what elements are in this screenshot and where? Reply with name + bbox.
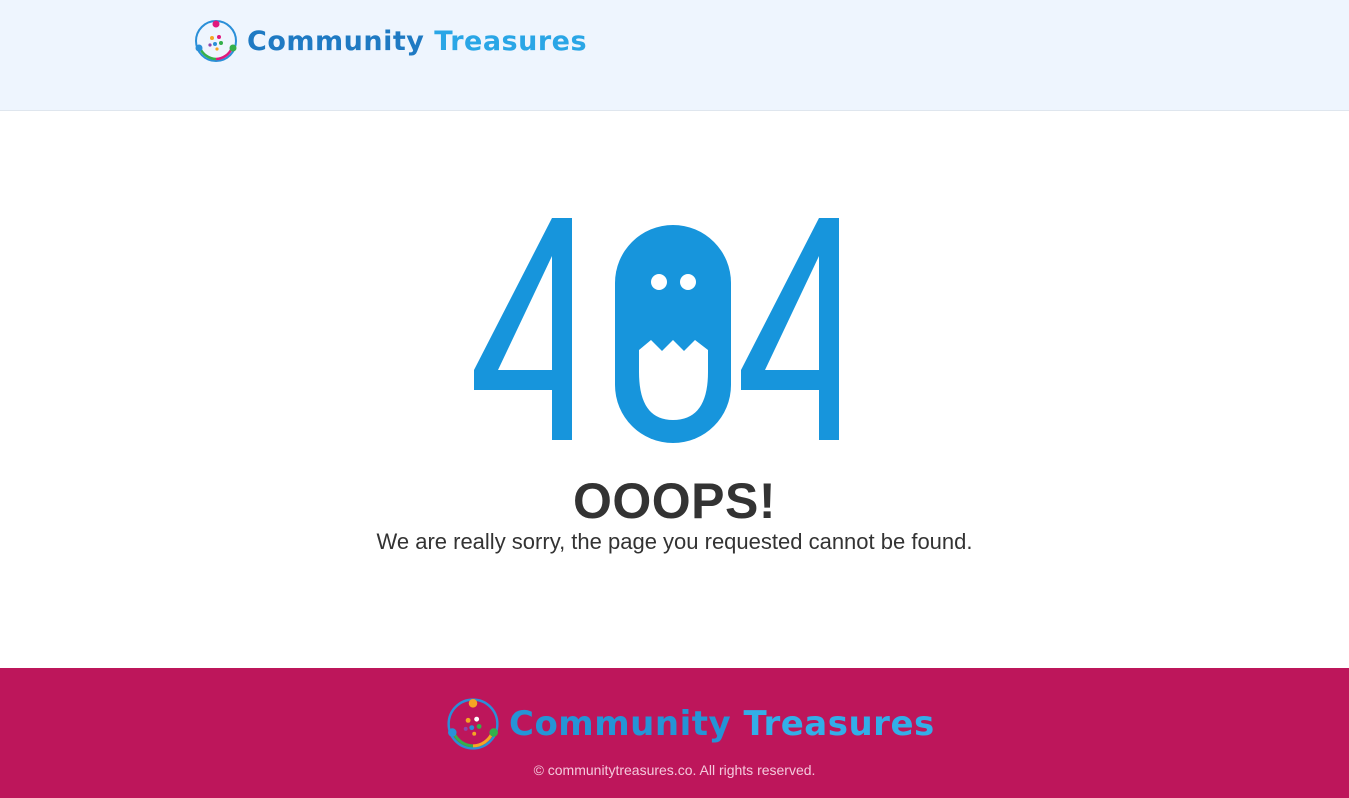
logo-word-community: Community <box>247 25 425 57</box>
logo-word-community: Community <box>509 704 732 744</box>
error-heading: OOOPS! <box>572 473 777 529</box>
site-header: Community Treasures <box>0 0 1349 111</box>
digit-four-right <box>741 218 839 440</box>
logo-word-treasures: Treasures <box>743 704 935 744</box>
error-code-404 <box>474 218 839 443</box>
error-message: We are really sorry, the page you reques… <box>376 529 973 554</box>
header-logo-link[interactable]: Community Treasures <box>193 18 587 64</box>
ghost-zero-icon <box>615 225 731 443</box>
copyright-text: © communitytreasures.co. All rights rese… <box>533 762 816 778</box>
footer-logo-link[interactable]: Community Treasures <box>445 696 935 752</box>
footer-logo-text: Community Treasures <box>509 704 935 744</box>
header-logo-text: Community Treasures <box>247 26 587 57</box>
digit-four-left <box>474 218 572 440</box>
community-logo-icon <box>447 698 499 750</box>
community-logo-icon <box>195 20 237 62</box>
logo-word-treasures: Treasures <box>434 25 588 57</box>
